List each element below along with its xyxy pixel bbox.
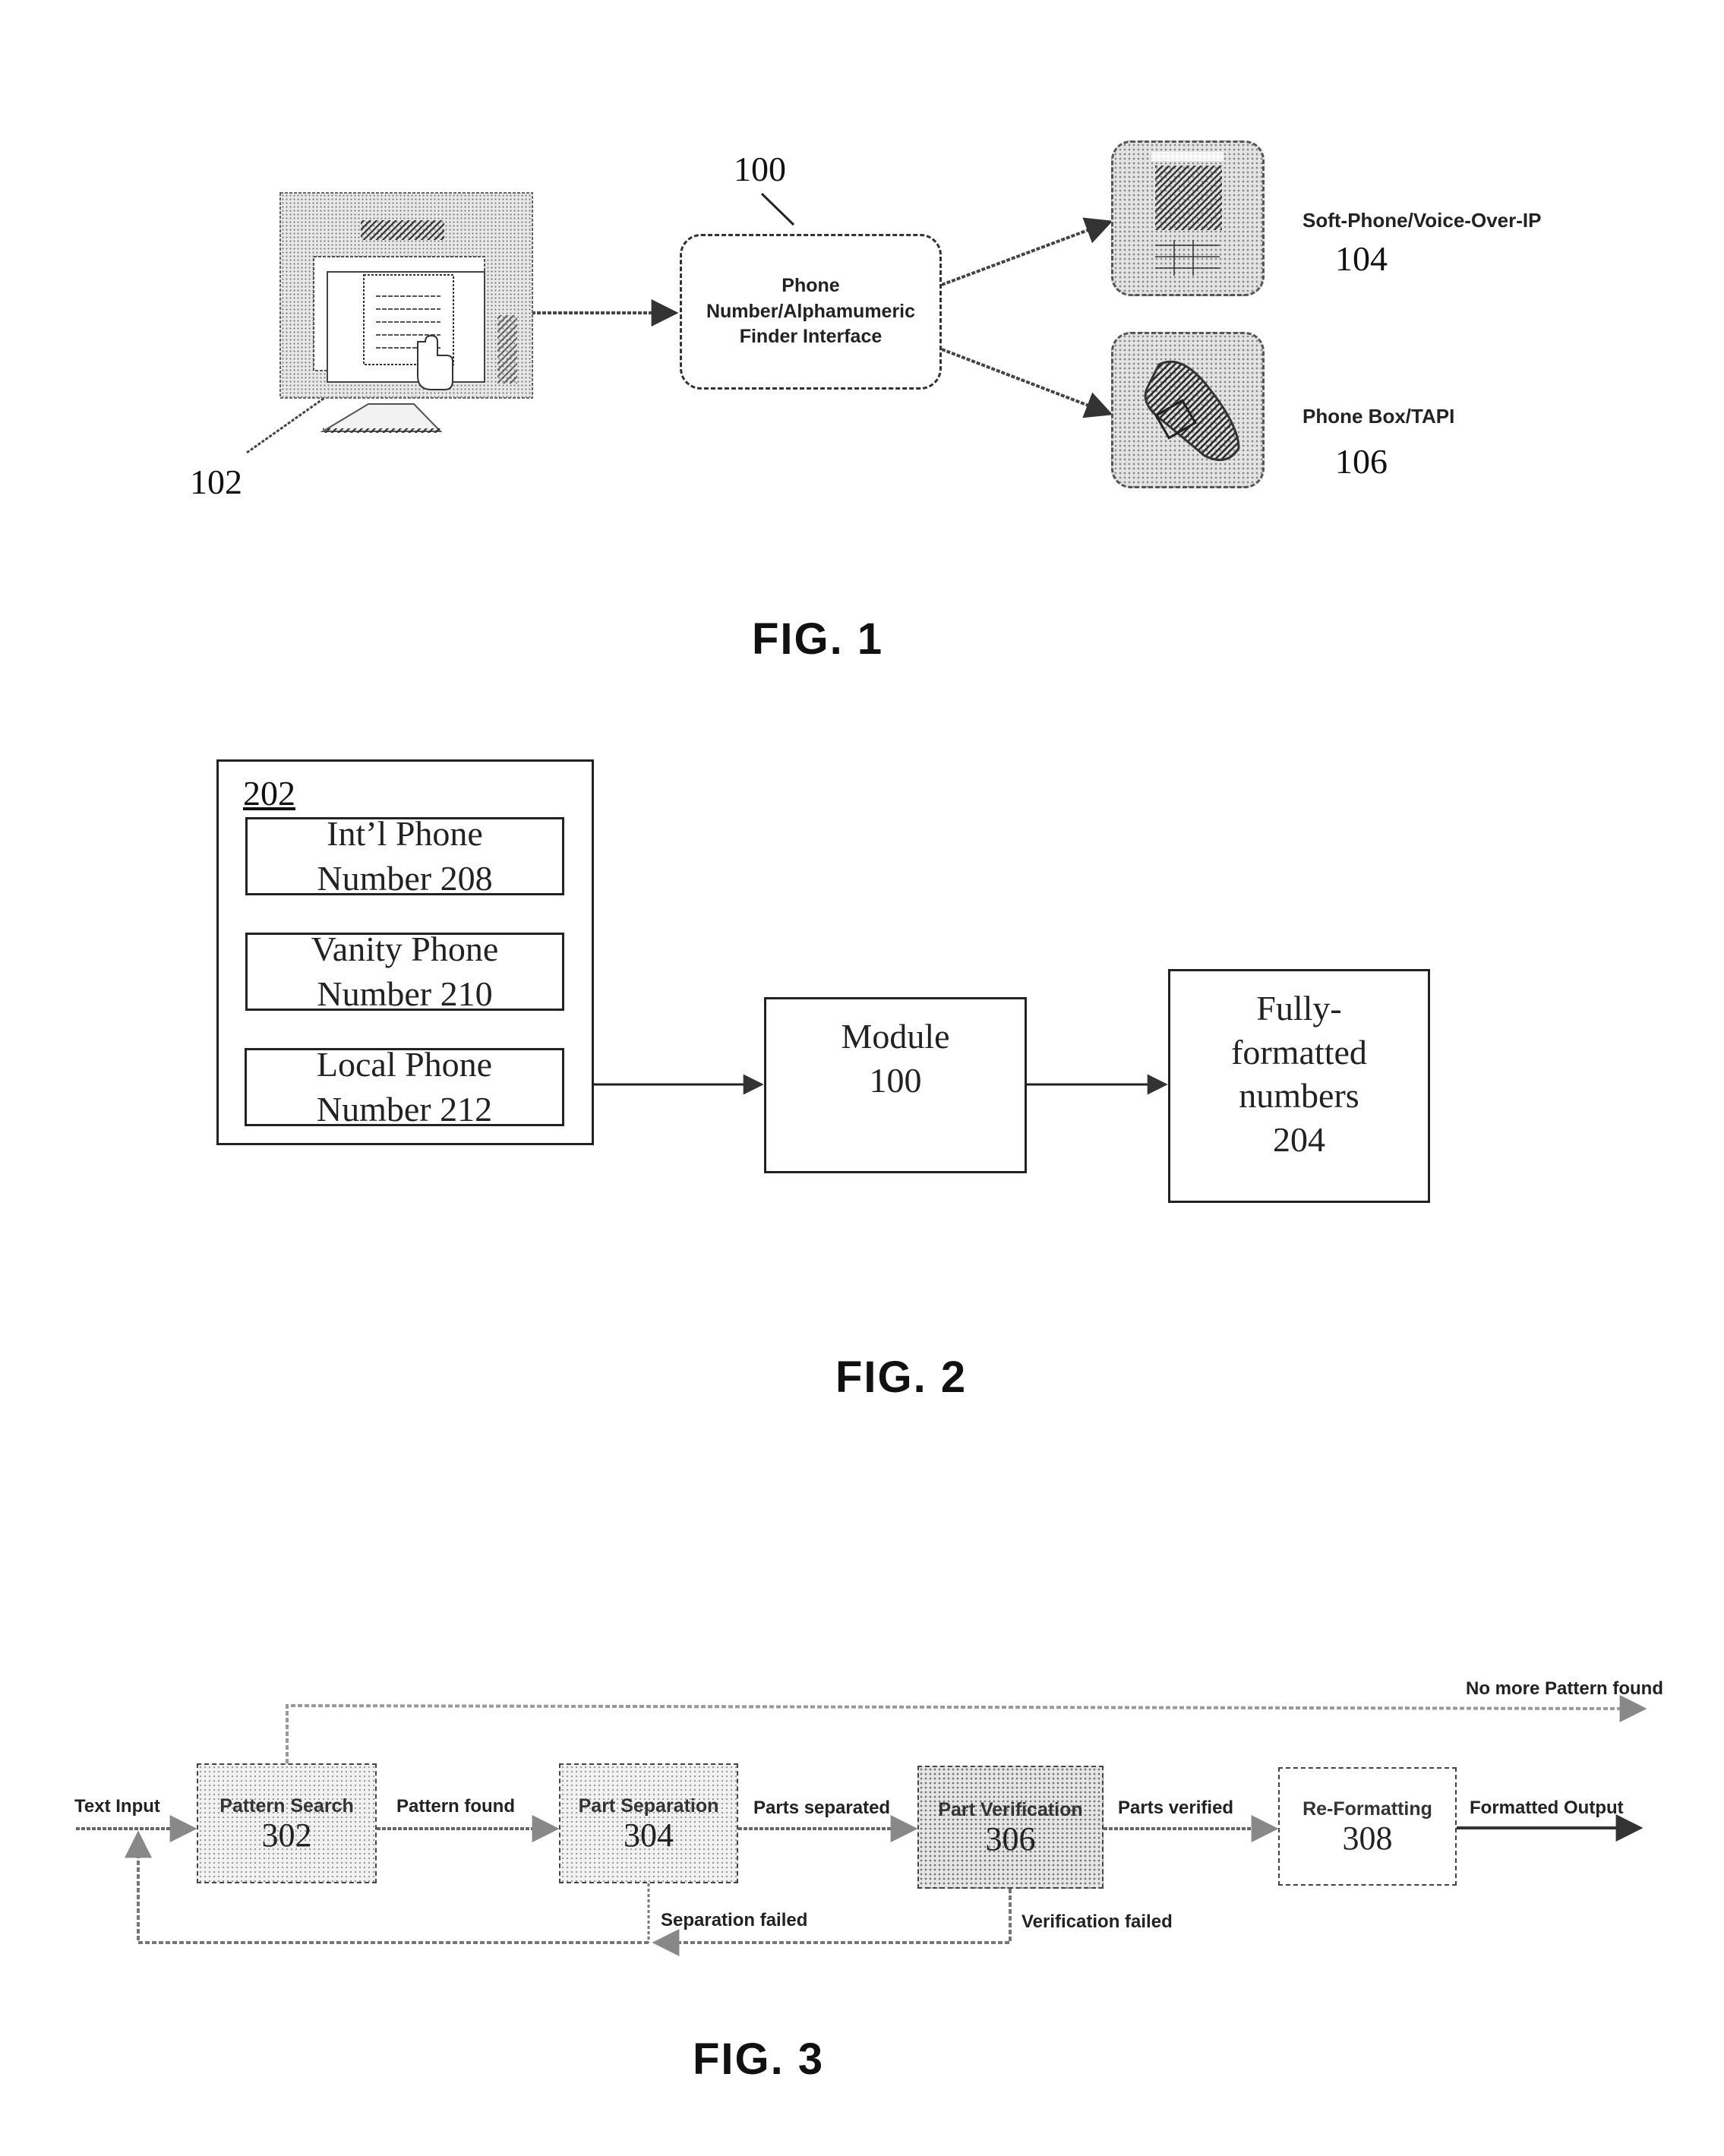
text-input-label: Text Input: [74, 1796, 160, 1817]
vanity-phone-number-box: Vanity Phone Number 210: [245, 930, 564, 1013]
reference-number-202: 202: [243, 774, 295, 813]
parts-verified-label: Parts verified: [1118, 1798, 1234, 1818]
intl-phone-number-line-1: Int’l Phone: [327, 814, 483, 854]
part-separation-ref: 304: [624, 1816, 674, 1854]
finder-interface-line-2: Number/Alphamumeric: [706, 300, 916, 322]
softphone-glyph: [1151, 152, 1224, 276]
pattern-search-label: Pattern Search: [219, 1795, 354, 1817]
phonebox-label: Phone Box/TAPI: [1302, 405, 1455, 428]
result-line-1: Fully-: [1256, 989, 1342, 1027]
no-more-pattern-label: No more Pattern found: [1466, 1678, 1664, 1699]
vanity-phone-number-line-1: Vanity Phone: [311, 930, 499, 969]
leader-line-100: [760, 192, 795, 226]
intl-phone-number-box: Int’l Phone Number 208: [245, 814, 564, 898]
softphone-icon: [1111, 140, 1265, 296]
formatted-output-label: Formatted Output: [1470, 1798, 1624, 1818]
arrow-no-more-pattern: [286, 1694, 1647, 1763]
module-label: Module: [841, 1017, 950, 1056]
finder-interface-line-3: Finder Interface: [739, 326, 883, 348]
module-100-box: Module 100: [764, 997, 1027, 1173]
reference-number-104: 104: [1335, 239, 1388, 278]
part-separation-label: Part Separation: [578, 1795, 719, 1817]
result-line-4: 204: [1273, 1119, 1325, 1159]
reference-number-102: 102: [190, 462, 242, 501]
intl-phone-number-line-2: Number 208: [317, 858, 493, 898]
softphone-label: Soft-Phone/Voice-Over-IP: [1302, 209, 1542, 232]
figure-2-caption: FIG. 2: [835, 1353, 968, 1402]
reference-number-100: 100: [734, 150, 786, 188]
parts-separated-label: Parts separated: [753, 1798, 891, 1818]
local-phone-number-box: Local Phone Number 212: [245, 1045, 564, 1129]
part-separation-step: Part Separation 304: [559, 1763, 738, 1883]
vanity-phone-number-line-2: Number 210: [317, 974, 493, 1013]
re-formatting-step: Re-Formatting 308: [1278, 1767, 1457, 1886]
part-verification-step: Part Verification 306: [917, 1766, 1104, 1889]
arrow-interface-to-phonebox: [941, 348, 1113, 418]
part-verification-ref: 306: [985, 1820, 1036, 1858]
desk-telephone-icon: [1111, 332, 1265, 488]
desk-telephone-glyph: [1144, 360, 1240, 462]
pattern-found-label: Pattern found: [396, 1796, 515, 1817]
re-formatting-ref: 308: [1342, 1819, 1393, 1857]
patent-drawing-sheet: 102 100 Phone Number/Alphamumeric Finder…: [0, 0, 1724, 2156]
computer-monitor-icon: [277, 190, 535, 448]
computer-monitor-glyph: [279, 192, 533, 433]
fully-formatted-numbers-box: Fully- formatted numbers 204: [1168, 969, 1430, 1203]
finder-interface-line-1: Phone: [781, 274, 840, 296]
figure-3-caption: FIG. 3: [693, 2034, 825, 2084]
re-formatting-label: Re-Formatting: [1302, 1798, 1432, 1820]
pattern-search-ref: 302: [261, 1816, 312, 1854]
result-line-3: numbers: [1239, 1076, 1359, 1115]
arrow-interface-to-softphone: [941, 217, 1113, 286]
part-verification-label: Part Verification: [938, 1798, 1083, 1820]
reference-number-106: 106: [1335, 442, 1388, 481]
pattern-search-step: Pattern Search 302: [197, 1763, 377, 1883]
local-phone-number-line-2: Number 212: [316, 1089, 493, 1129]
result-line-2: formatted: [1231, 1032, 1367, 1072]
module-ref: 100: [869, 1061, 922, 1100]
verification-failed-label: Verification failed: [1021, 1911, 1173, 1932]
figure-1-caption: FIG. 1: [752, 614, 884, 664]
local-phone-number-line-1: Local Phone: [316, 1045, 493, 1084]
finder-interface-box: Phone Number/Alphamumeric Finder Interfa…: [680, 234, 942, 390]
separation-failed-label: Separation failed: [661, 1910, 808, 1930]
